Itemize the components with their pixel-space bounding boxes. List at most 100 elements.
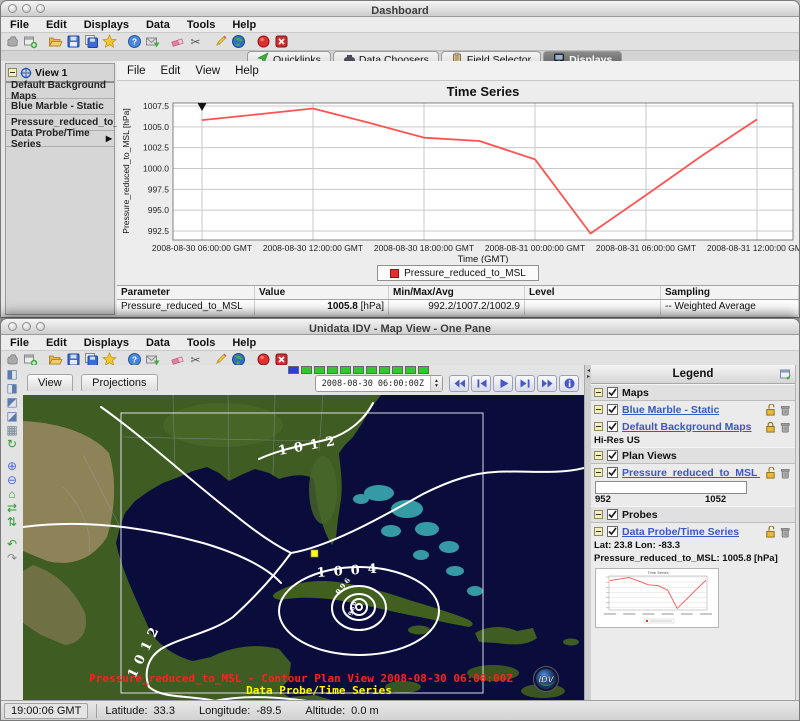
properties-button[interactable] bbox=[559, 375, 579, 392]
column-header-sampling[interactable]: Sampling bbox=[661, 286, 799, 299]
view-right-icon[interactable]: ◪ bbox=[4, 410, 20, 424]
record-icon[interactable] bbox=[256, 34, 271, 49]
collapse-icon[interactable] bbox=[594, 527, 603, 536]
favorites-icon[interactable] bbox=[102, 34, 117, 49]
visibility-checkbox[interactable] bbox=[607, 404, 618, 415]
visibility-checkbox[interactable] bbox=[607, 509, 618, 520]
minimize-window-icon[interactable] bbox=[22, 4, 31, 13]
stop-icon[interactable] bbox=[274, 34, 289, 49]
probe-point[interactable] bbox=[311, 550, 318, 557]
legend-group-probes[interactable]: Probes bbox=[591, 506, 795, 523]
visibility-checkbox[interactable] bbox=[607, 421, 618, 432]
view-bottom-icon[interactable]: ◨ bbox=[4, 382, 20, 396]
time-selector[interactable]: 2008-08-30 06:00:00Z ▲▼ bbox=[315, 375, 443, 392]
tree-item-blue-marble-static[interactable]: Blue Marble - Static bbox=[6, 99, 114, 115]
dashboard-titlebar[interactable]: Dashboard bbox=[1, 1, 799, 17]
collapse-icon[interactable] bbox=[8, 68, 17, 77]
float-legend-icon[interactable] bbox=[780, 368, 792, 380]
zoom-window-icon[interactable] bbox=[36, 4, 45, 13]
column-header-level[interactable]: Level bbox=[525, 286, 661, 299]
animation-frame-8[interactable] bbox=[392, 366, 403, 374]
visibility-checkbox[interactable] bbox=[607, 467, 618, 478]
display-link[interactable]: Data Probe/Time Series bbox=[622, 526, 739, 538]
tree-item-data-probe-time-series[interactable]: Data Probe/Time Series▶ bbox=[6, 131, 114, 147]
step-forward-button[interactable] bbox=[515, 375, 535, 392]
open-icon[interactable] bbox=[48, 34, 63, 49]
menu-data[interactable]: Data bbox=[146, 337, 170, 349]
collapse-icon[interactable] bbox=[594, 468, 603, 477]
animation-frame-4[interactable] bbox=[340, 366, 351, 374]
display-link[interactable]: Blue Marble - Static bbox=[622, 404, 719, 416]
map-titlebar[interactable]: Unidata IDV - Map View - One Pane bbox=[1, 319, 799, 335]
visibility-checkbox[interactable] bbox=[607, 387, 618, 398]
animation-frame-3[interactable] bbox=[327, 366, 338, 374]
close-window-icon[interactable] bbox=[8, 322, 17, 331]
unlock-icon[interactable] bbox=[764, 467, 776, 479]
menu-edit[interactable]: Edit bbox=[161, 65, 181, 77]
column-header-value[interactable]: Value bbox=[255, 286, 389, 299]
menu-data[interactable]: Data bbox=[146, 19, 170, 31]
chart-legend[interactable]: Pressure_reduced_to_MSL bbox=[377, 265, 539, 281]
visibility-checkbox[interactable] bbox=[607, 450, 618, 461]
animation-frame-1[interactable] bbox=[301, 366, 312, 374]
animation-frame-2[interactable] bbox=[314, 366, 325, 374]
delete-icon[interactable] bbox=[779, 404, 791, 416]
collapse-icon[interactable] bbox=[594, 405, 603, 414]
unlock-icon[interactable] bbox=[764, 404, 776, 416]
end-button[interactable] bbox=[537, 375, 557, 392]
view-top-icon[interactable]: ◧ bbox=[4, 368, 20, 382]
animation-frame-0[interactable] bbox=[288, 366, 299, 374]
pan-horizontal-icon[interactable]: ⇄ bbox=[4, 502, 20, 516]
animation-frame-9[interactable] bbox=[405, 366, 416, 374]
delete-icon[interactable] bbox=[779, 467, 791, 479]
undo-icon[interactable]: ↶ bbox=[4, 538, 20, 552]
zoom-in-icon[interactable]: ⊕ bbox=[4, 460, 20, 474]
collapse-icon[interactable] bbox=[594, 422, 603, 431]
rotate-view-icon[interactable]: ↻ bbox=[4, 438, 20, 452]
cut-icon[interactable]: ✂ bbox=[188, 34, 203, 49]
menu-help[interactable]: Help bbox=[232, 19, 256, 31]
tab-view[interactable]: View bbox=[27, 374, 73, 391]
menu-edit[interactable]: Edit bbox=[46, 19, 67, 31]
collapse-icon[interactable] bbox=[594, 451, 603, 460]
menu-tools[interactable]: Tools bbox=[187, 19, 216, 31]
redo-icon[interactable]: ↷ bbox=[4, 552, 20, 566]
colorbar-swatch[interactable] bbox=[595, 481, 747, 494]
menu-file[interactable]: File bbox=[127, 65, 146, 77]
support-icon[interactable] bbox=[145, 34, 160, 49]
menu-file[interactable]: File bbox=[10, 337, 29, 349]
animation-frame-10[interactable] bbox=[418, 366, 429, 374]
menu-help[interactable]: Help bbox=[235, 65, 259, 77]
zoom-out-icon[interactable]: ⊖ bbox=[4, 474, 20, 488]
menu-displays[interactable]: Displays bbox=[84, 19, 129, 31]
help-icon[interactable]: ? bbox=[127, 34, 142, 49]
collapse-icon[interactable] bbox=[594, 388, 603, 397]
pan-vertical-icon[interactable]: ⇅ bbox=[4, 516, 20, 530]
menu-help[interactable]: Help bbox=[232, 337, 256, 349]
legend-group-plan-views[interactable]: Plan Views bbox=[591, 447, 795, 464]
delete-icon[interactable] bbox=[779, 421, 791, 433]
animation-frame-6[interactable] bbox=[366, 366, 377, 374]
tree-item-default-background-maps[interactable]: Default Background Maps bbox=[6, 83, 114, 99]
lock-icon[interactable] bbox=[764, 421, 776, 433]
new-window-icon[interactable] bbox=[23, 34, 38, 49]
visibility-checkbox[interactable] bbox=[607, 526, 618, 537]
step-back-button[interactable] bbox=[471, 375, 491, 392]
column-header-min-max-avg[interactable]: Min/Max/Avg bbox=[389, 286, 525, 299]
unlock-icon[interactable] bbox=[764, 526, 776, 538]
save-icon[interactable] bbox=[66, 34, 81, 49]
colorbar[interactable]: 9521052 bbox=[591, 481, 795, 506]
menu-view[interactable]: View bbox=[195, 65, 220, 77]
map-canvas[interactable]: 1012 1012 1004 996 988 Pressure_reduced_… bbox=[23, 395, 584, 705]
view-grid-icon[interactable]: ▦ bbox=[4, 424, 20, 438]
play-button[interactable] bbox=[493, 375, 513, 392]
menu-edit[interactable]: Edit bbox=[46, 337, 67, 349]
display-link[interactable]: Default Background Maps bbox=[622, 421, 752, 433]
tab-projections[interactable]: Projections bbox=[81, 374, 157, 391]
home-view-icon[interactable]: ⌂ bbox=[4, 488, 20, 502]
display-link[interactable]: Pressure_reduced_to_MSL - Conto... bbox=[622, 467, 760, 479]
edit-icon[interactable] bbox=[213, 34, 228, 49]
close-window-icon[interactable] bbox=[8, 4, 17, 13]
delete-icon[interactable] bbox=[779, 526, 791, 538]
column-header-parameter[interactable]: Parameter bbox=[117, 286, 255, 299]
